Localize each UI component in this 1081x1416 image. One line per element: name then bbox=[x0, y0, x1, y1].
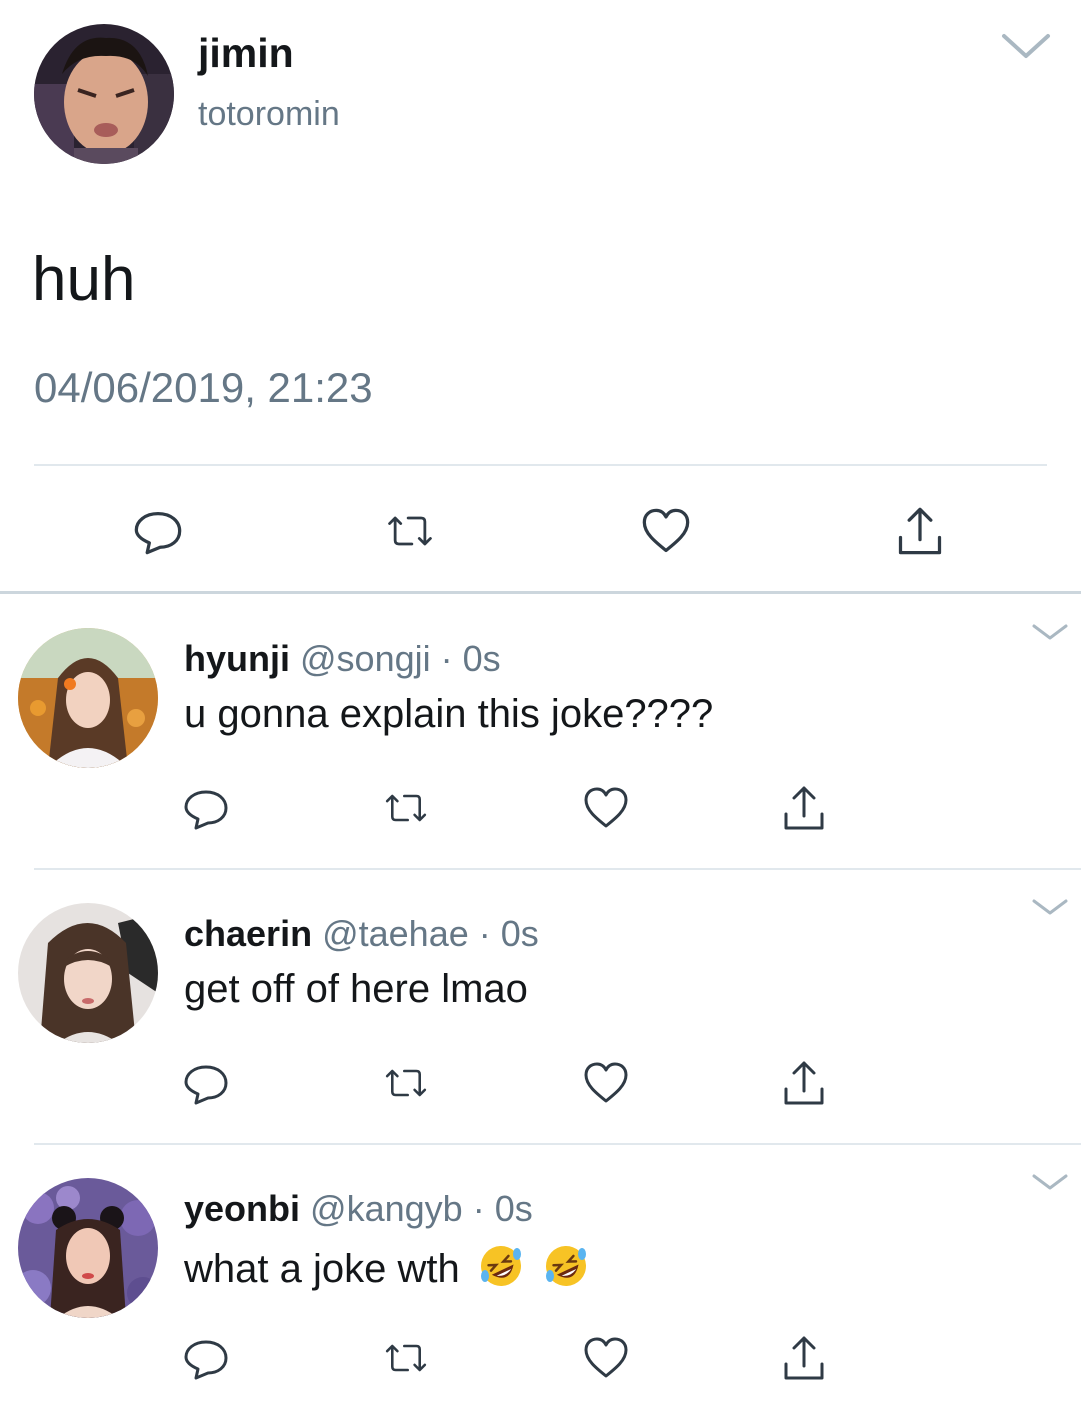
chevron-down-icon[interactable] bbox=[1030, 622, 1070, 642]
reply-tweet[interactable]: chaerin @taehae · 0s get off of here lma… bbox=[0, 869, 1081, 1145]
separator-dot: · bbox=[472, 1188, 485, 1229]
avatar[interactable] bbox=[18, 1178, 158, 1318]
retweet-icon[interactable] bbox=[382, 1059, 430, 1107]
username[interactable]: totoromin bbox=[198, 95, 340, 134]
like-icon[interactable] bbox=[640, 505, 692, 557]
avatar[interactable] bbox=[18, 903, 158, 1043]
display-name[interactable]: yeonbi bbox=[184, 1188, 300, 1229]
reply-header: chaerin @taehae · 0s bbox=[184, 913, 539, 955]
username[interactable]: @songji bbox=[300, 638, 431, 679]
reply-text: what a joke wth bbox=[184, 1242, 590, 1292]
separator-dot: · bbox=[440, 638, 453, 679]
rolling-on-floor-laughing-emoji bbox=[477, 1242, 525, 1290]
avatar[interactable] bbox=[18, 628, 158, 768]
retweet-icon[interactable] bbox=[382, 1334, 430, 1382]
share-icon[interactable] bbox=[894, 505, 946, 557]
tweet-timestamp: 04/06/2019, 21:23 bbox=[34, 364, 373, 411]
rolling-on-floor-laughing-emoji bbox=[542, 1242, 590, 1290]
share-icon[interactable] bbox=[780, 1334, 828, 1382]
retweet-icon[interactable] bbox=[382, 784, 430, 832]
tweet-text: huh bbox=[32, 245, 136, 314]
reply-text: get off of here lmao bbox=[184, 967, 528, 1011]
like-icon[interactable] bbox=[582, 1334, 630, 1382]
share-icon[interactable] bbox=[780, 784, 828, 832]
display-name[interactable]: hyunji bbox=[184, 638, 290, 679]
reply-tweet[interactable]: hyunji @songji · 0s u gonna explain this… bbox=[0, 594, 1081, 870]
display-name[interactable]: jimin bbox=[198, 30, 294, 77]
reply-icon[interactable] bbox=[182, 1334, 230, 1382]
separator-dot: · bbox=[478, 913, 491, 954]
reply-time: 0s bbox=[500, 913, 539, 954]
reply-icon[interactable] bbox=[182, 1059, 230, 1107]
like-icon[interactable] bbox=[582, 784, 630, 832]
divider bbox=[34, 464, 1047, 466]
username[interactable]: @kangyb bbox=[310, 1188, 463, 1229]
main-tweet: jimin totoromin huh 04/06/2019, 21:23 bbox=[0, 0, 1081, 593]
reply-time: 0s bbox=[494, 1188, 533, 1229]
username[interactable]: @taehae bbox=[322, 913, 469, 954]
reply-text: u gonna explain this joke???? bbox=[184, 692, 714, 736]
chevron-down-icon[interactable] bbox=[998, 30, 1054, 62]
like-icon[interactable] bbox=[582, 1059, 630, 1107]
retweet-icon[interactable] bbox=[384, 505, 436, 557]
reply-header: yeonbi @kangyb · 0s bbox=[184, 1188, 533, 1230]
chevron-down-icon[interactable] bbox=[1030, 1172, 1070, 1192]
share-icon[interactable] bbox=[780, 1059, 828, 1107]
reply-tweet[interactable]: yeonbi @kangyb · 0s what a joke wth bbox=[0, 1144, 1081, 1416]
reply-text-content: what a joke wth bbox=[184, 1247, 460, 1291]
reply-header: hyunji @songji · 0s bbox=[184, 638, 501, 680]
reply-icon[interactable] bbox=[182, 784, 230, 832]
reply-time: 0s bbox=[462, 638, 501, 679]
display-name[interactable]: chaerin bbox=[184, 913, 312, 954]
chevron-down-icon[interactable] bbox=[1030, 897, 1070, 917]
reply-icon[interactable] bbox=[132, 505, 184, 557]
avatar[interactable] bbox=[34, 24, 174, 164]
